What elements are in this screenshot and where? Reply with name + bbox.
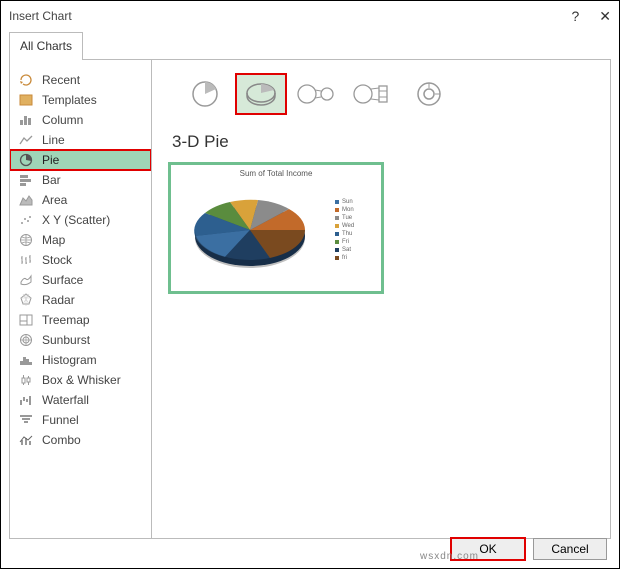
sidebar-item-sunburst[interactable]: Sunburst bbox=[10, 330, 151, 350]
waterfall-icon bbox=[18, 393, 34, 407]
subtype-bar-of-pie[interactable] bbox=[348, 74, 398, 114]
map-icon bbox=[18, 233, 34, 247]
templates-icon bbox=[18, 93, 34, 107]
tab-all-charts[interactable]: All Charts bbox=[9, 32, 83, 60]
preview-pie-graphic bbox=[175, 180, 335, 280]
line-icon bbox=[18, 133, 34, 147]
section-heading: 3-D Pie bbox=[172, 132, 594, 152]
preview-title: Sum of Total Income bbox=[175, 169, 377, 178]
sidebar-item-scatter[interactable]: X Y (Scatter) bbox=[10, 210, 151, 230]
preview-legend: Sun Mon Tue Wed Thu Fri Sat fri bbox=[335, 180, 377, 280]
sidebar-item-funnel[interactable]: Funnel bbox=[10, 410, 151, 430]
stock-icon bbox=[18, 253, 34, 267]
help-icon[interactable]: ? bbox=[571, 8, 579, 25]
title-bar: Insert Chart ? ✕ bbox=[1, 1, 619, 31]
sidebar-item-area[interactable]: Area bbox=[10, 190, 151, 210]
main-panel: 3-D Pie Sum of Total Income bbox=[152, 60, 610, 538]
radar-icon bbox=[18, 293, 34, 307]
watermark-text: wsxdn.com bbox=[420, 551, 479, 562]
histogram-icon bbox=[18, 353, 34, 367]
treemap-icon bbox=[18, 313, 34, 327]
area-icon bbox=[18, 193, 34, 207]
sidebar-item-surface[interactable]: Surface bbox=[10, 270, 151, 290]
subtype-doughnut[interactable] bbox=[404, 74, 454, 114]
bar-icon bbox=[18, 173, 34, 187]
sidebar-item-histogram[interactable]: Histogram bbox=[10, 350, 151, 370]
pie-icon bbox=[18, 153, 34, 167]
subtype-pie-2d[interactable] bbox=[180, 74, 230, 114]
sidebar-item-column[interactable]: Column bbox=[10, 110, 151, 130]
surface-icon bbox=[18, 273, 34, 287]
sidebar-item-recent[interactable]: Recent bbox=[10, 70, 151, 90]
sidebar-item-templates[interactable]: Templates bbox=[10, 90, 151, 110]
sidebar-item-line[interactable]: Line bbox=[10, 130, 151, 150]
column-icon bbox=[18, 113, 34, 127]
close-icon[interactable]: ✕ bbox=[599, 8, 611, 25]
sidebar-item-bar[interactable]: Bar bbox=[10, 170, 151, 190]
subtype-pie-of-pie[interactable] bbox=[292, 74, 342, 114]
sidebar-item-box-whisker[interactable]: Box & Whisker bbox=[10, 370, 151, 390]
sidebar-item-waterfall[interactable]: Waterfall bbox=[10, 390, 151, 410]
sidebar-item-map[interactable]: Map bbox=[10, 230, 151, 250]
chart-preview-3d-pie[interactable]: Sum of Total Income bbox=[168, 162, 384, 294]
chart-type-sidebar: Recent Templates Column Line Pie Bar Are… bbox=[10, 60, 152, 538]
recent-icon bbox=[18, 73, 34, 87]
sunburst-icon bbox=[18, 333, 34, 347]
scatter-icon bbox=[18, 213, 34, 227]
sidebar-item-combo[interactable]: Combo bbox=[10, 430, 151, 450]
combo-icon bbox=[18, 433, 34, 447]
pie-subtype-row bbox=[180, 74, 594, 114]
box-whisker-icon bbox=[18, 373, 34, 387]
sidebar-item-pie[interactable]: Pie bbox=[10, 150, 151, 170]
sidebar-item-treemap[interactable]: Treemap bbox=[10, 310, 151, 330]
cancel-button[interactable]: Cancel bbox=[533, 538, 607, 560]
sidebar-item-stock[interactable]: Stock bbox=[10, 250, 151, 270]
funnel-icon bbox=[18, 413, 34, 427]
dialog-title: Insert Chart bbox=[9, 9, 72, 23]
subtype-pie-3d[interactable] bbox=[236, 74, 286, 114]
sidebar-item-radar[interactable]: Radar bbox=[10, 290, 151, 310]
